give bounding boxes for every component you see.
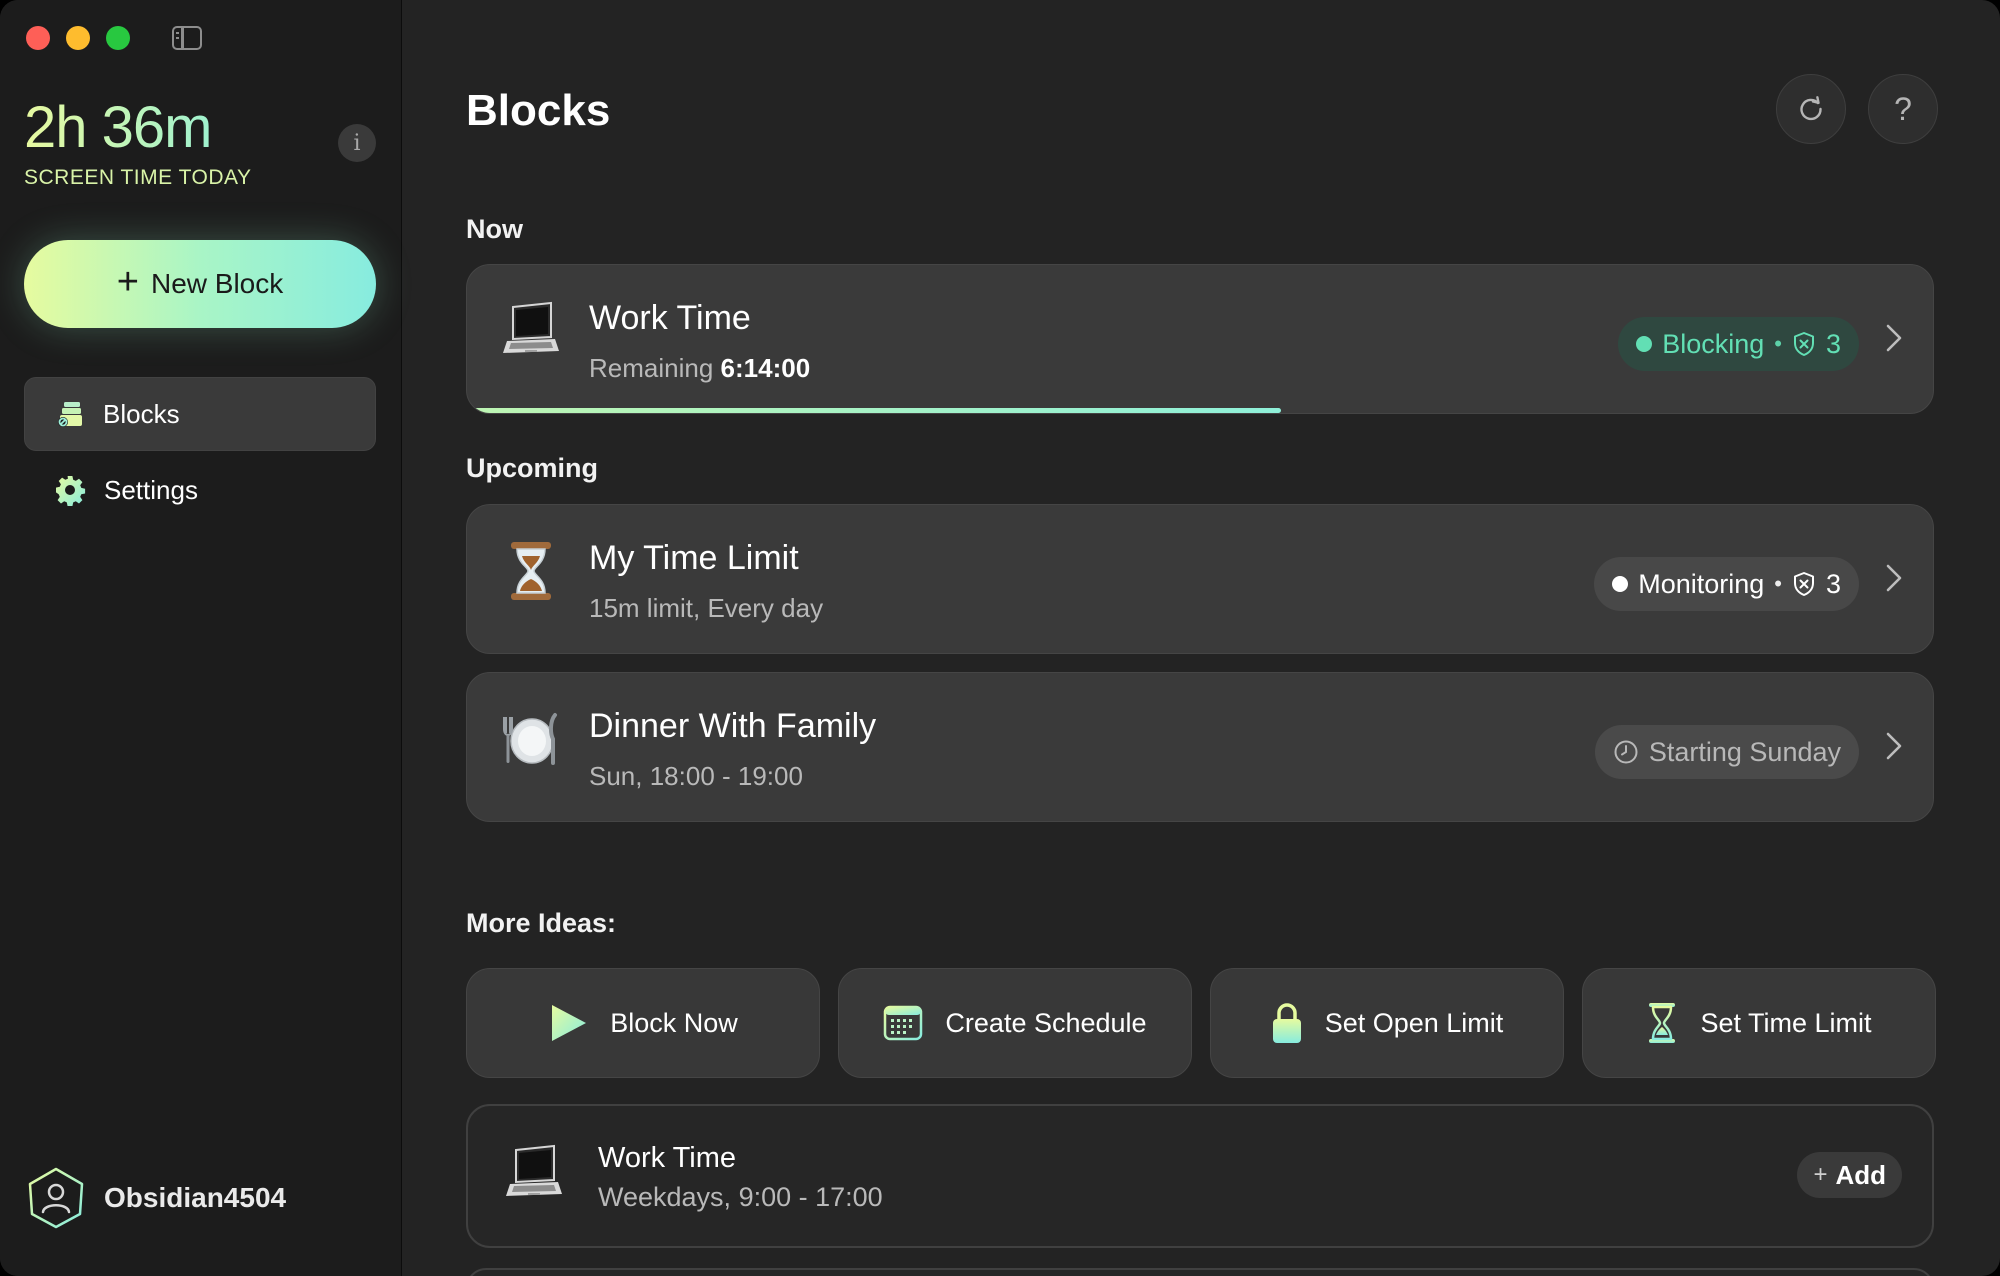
- set-open-limit-button[interactable]: Set Open Limit: [1210, 968, 1564, 1078]
- chevron-right-icon: [1886, 324, 1902, 352]
- block-subtitle: 15m limit, Every day: [589, 593, 824, 623]
- plate-icon: [503, 713, 557, 765]
- new-block-label: New Block: [150, 268, 284, 299]
- sidebar-toggle-icon[interactable]: [172, 26, 202, 50]
- status-badge-blocking: Blocking • 3: [1618, 317, 1859, 371]
- block-title: Dinner With Family: [589, 707, 877, 745]
- block-subtitle: Remaining 6:14:00: [589, 353, 810, 384]
- account-name: Obsidian4504: [104, 1182, 287, 1213]
- laptop-icon: [503, 301, 559, 353]
- block-subtitle: Sun, 18:00 - 19:00: [589, 761, 803, 791]
- block-card-work-time[interactable]: Work Time Remaining 6:14:00 Blocking • 3: [466, 264, 1934, 414]
- app-window: 2h 36m SCREEN TIME TODAY i + New Block B…: [0, 0, 2000, 1276]
- zoom-window-button[interactable]: [106, 26, 130, 50]
- laptop-icon: [506, 1144, 562, 1196]
- gear-icon: [56, 476, 86, 506]
- sidebar-item-label: Blocks: [103, 398, 180, 429]
- ideas-row: Block Now Create Schedule Set Open Limit…: [466, 968, 1936, 1078]
- chevron-right-icon: [1886, 564, 1902, 592]
- screen-time-value: 2h 36m: [24, 96, 252, 160]
- block-title: Work Time: [589, 299, 751, 337]
- status-badge-monitoring: Monitoring • 3: [1594, 557, 1859, 611]
- idea-label: Set Open Limit: [1324, 1007, 1504, 1038]
- plus-icon: +: [116, 261, 139, 303]
- sidebar-nav: Blocks Settings: [24, 377, 376, 529]
- add-label: Add: [1835, 1159, 1886, 1190]
- refresh-icon: [1800, 96, 1822, 121]
- lock-icon: [1272, 1003, 1301, 1043]
- next-suggestion-card: [466, 1268, 1934, 1276]
- separator-dot: •: [1774, 331, 1782, 356]
- calendar-icon: [884, 1005, 923, 1041]
- set-time-limit-button[interactable]: Set Time Limit: [1582, 968, 1936, 1078]
- suggestion-title: Work Time: [598, 1142, 737, 1174]
- block-card-my-time-limit[interactable]: My Time Limit 15m limit, Every day Monit…: [466, 504, 1934, 654]
- new-block-button[interactable]: + New Block: [24, 240, 376, 328]
- account-section[interactable]: Obsidian4504: [24, 1166, 286, 1230]
- screen-time-label: SCREEN TIME TODAY: [24, 166, 252, 189]
- shield-x-icon: [1793, 572, 1814, 596]
- progress-fill: [467, 408, 1281, 413]
- shield-x-icon: [1793, 332, 1814, 356]
- close-window-button[interactable]: [26, 26, 50, 50]
- suggestion-subtitle: Weekdays, 9:00 - 17:00: [598, 1182, 883, 1212]
- block-now-button[interactable]: Block Now: [466, 968, 820, 1078]
- screen-time-summary: 2h 36m SCREEN TIME TODAY: [24, 96, 252, 190]
- idea-label: Block Now: [610, 1007, 738, 1038]
- status-dot-icon: [1612, 576, 1629, 592]
- blocks-icon: [58, 402, 82, 427]
- info-icon[interactable]: i: [338, 124, 376, 162]
- shield-count: 3: [1825, 328, 1841, 359]
- play-icon: [552, 1005, 587, 1041]
- sidebar: 2h 36m SCREEN TIME TODAY i + New Block B…: [0, 0, 402, 1276]
- block-card-dinner-with-family[interactable]: Dinner With Family Sun, 18:00 - 19:00 St…: [466, 672, 1934, 822]
- status-badge-starting: Starting Sunday: [1594, 725, 1859, 779]
- plus-icon: +: [1813, 1161, 1828, 1188]
- suggestion-card-work-time: Work Time Weekdays, 9:00 - 17:00 + Add: [466, 1104, 1934, 1248]
- sidebar-item-label: Settings: [104, 474, 198, 505]
- section-upcoming-label: Upcoming: [466, 453, 598, 483]
- page-title: Blocks: [466, 86, 611, 135]
- hourglass-icon: [511, 542, 551, 600]
- main-content: Blocks ? Now Work Time Remaining 6:14:00…: [402, 0, 2000, 1276]
- section-now-label: Now: [466, 214, 523, 244]
- hourglass-icon: [1649, 1003, 1676, 1043]
- add-suggestion-button[interactable]: + Add: [1797, 1152, 1902, 1198]
- sidebar-item-settings[interactable]: Settings: [24, 453, 376, 527]
- status-label: Starting Sunday: [1648, 736, 1841, 767]
- status-label: Monitoring: [1638, 568, 1765, 599]
- remaining-prefix: Remaining: [589, 353, 714, 383]
- separator-dot: •: [1774, 571, 1782, 596]
- clock-icon: [1614, 740, 1638, 764]
- refresh-button[interactable]: [1776, 74, 1846, 144]
- chevron-right-icon: [1886, 732, 1902, 760]
- minimize-window-button[interactable]: [66, 26, 90, 50]
- section-ideas-label: More Ideas:: [466, 908, 617, 938]
- create-schedule-button[interactable]: Create Schedule: [838, 968, 1192, 1078]
- shield-count: 3: [1825, 568, 1841, 599]
- idea-label: Set Time Limit: [1700, 1007, 1872, 1038]
- window-controls: [26, 26, 130, 50]
- remaining-progress-bar: [467, 408, 1933, 413]
- idea-label: Create Schedule: [945, 1007, 1147, 1038]
- status-dot-icon: [1636, 336, 1653, 352]
- block-title: My Time Limit: [589, 539, 799, 577]
- sidebar-item-blocks[interactable]: Blocks: [24, 377, 376, 451]
- help-button[interactable]: ?: [1868, 74, 1938, 144]
- question-icon: ?: [1894, 90, 1912, 127]
- remaining-time: 6:14:00: [720, 353, 811, 383]
- status-label: Blocking: [1662, 328, 1765, 359]
- avatar-icon: [28, 1167, 84, 1229]
